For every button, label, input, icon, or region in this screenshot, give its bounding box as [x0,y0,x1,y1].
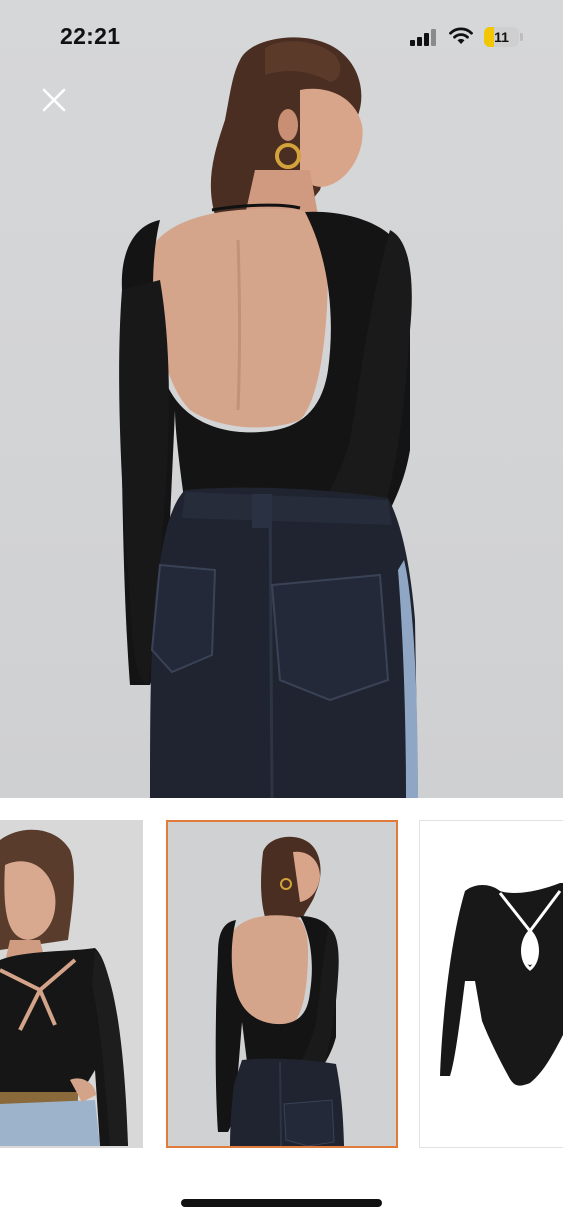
battery-level: 11 [494,29,509,45]
battery-body: 11 [484,27,519,47]
main-product-image[interactable] [0,0,563,798]
battery-icon: 11 [484,27,523,47]
close-button[interactable] [38,84,70,116]
thumbnail-3[interactable] [419,820,563,1148]
status-bar: 22:21 11 [0,0,563,76]
thumbnail-strip [0,820,563,1150]
thumbnail-back-illustration [168,822,396,1146]
signal-icon [410,29,436,46]
thumbnail-2-selected[interactable] [166,820,398,1148]
close-icon [42,88,66,112]
thumbnail-1[interactable] [0,820,143,1148]
status-time: 22:21 [60,23,121,49]
main-image-illustration [119,37,418,798]
home-indicator [181,1199,382,1207]
thumbnail-product-illustration [420,821,563,1147]
thumbnail-front-illustration [0,820,143,1148]
wifi-icon [449,27,473,44]
battery-cap [520,33,523,41]
